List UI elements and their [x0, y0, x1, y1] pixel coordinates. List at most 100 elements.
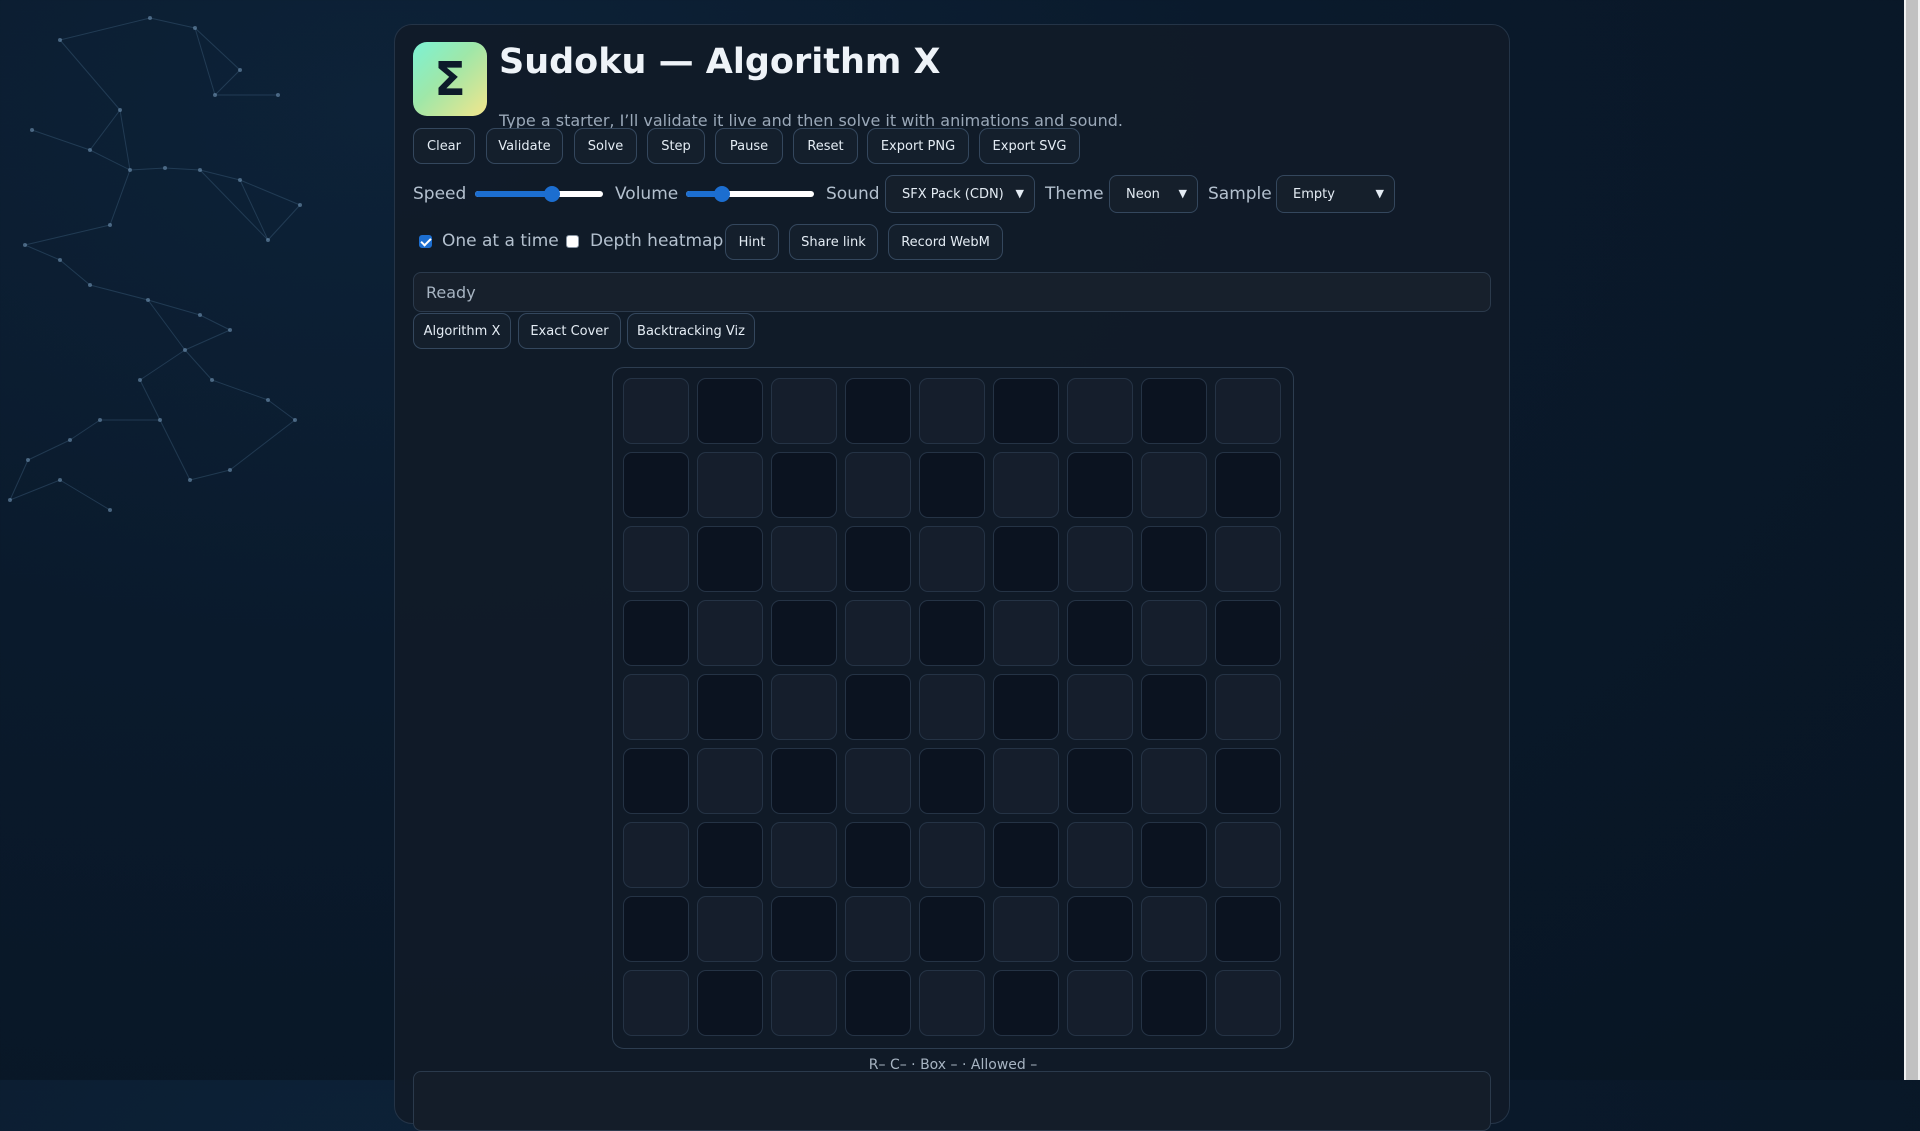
sudoku-cell[interactable]	[845, 896, 911, 962]
sudoku-cell[interactable]	[919, 896, 985, 962]
sudoku-cell[interactable]	[1141, 970, 1207, 1036]
speed-slider[interactable]	[475, 183, 603, 203]
sudoku-cell[interactable]	[623, 452, 689, 518]
sudoku-cell[interactable]	[697, 822, 763, 888]
sudoku-cell[interactable]	[919, 822, 985, 888]
sudoku-cell[interactable]	[771, 600, 837, 666]
sudoku-cell[interactable]	[1215, 378, 1281, 444]
sudoku-cell[interactable]	[1067, 970, 1133, 1036]
sudoku-cell[interactable]	[771, 896, 837, 962]
sudoku-cell[interactable]	[993, 748, 1059, 814]
sudoku-cell[interactable]	[845, 600, 911, 666]
sudoku-cell[interactable]	[845, 452, 911, 518]
sudoku-cell[interactable]	[771, 748, 837, 814]
export-png-button[interactable]: Export PNG	[867, 128, 969, 164]
sudoku-cell[interactable]	[1215, 970, 1281, 1036]
sudoku-cell[interactable]	[1141, 822, 1207, 888]
sound-select[interactable]: SFX Pack (CDN) ▼	[885, 175, 1035, 213]
sudoku-cell[interactable]	[919, 452, 985, 518]
sudoku-cell[interactable]	[623, 600, 689, 666]
page-scrollbar[interactable]	[1904, 0, 1920, 1080]
sudoku-cell[interactable]	[697, 896, 763, 962]
sudoku-cell[interactable]	[1067, 600, 1133, 666]
sudoku-cell[interactable]	[1067, 378, 1133, 444]
sudoku-cell[interactable]	[697, 526, 763, 592]
sudoku-cell[interactable]	[1215, 526, 1281, 592]
sudoku-cell[interactable]	[993, 526, 1059, 592]
sudoku-cell[interactable]	[1215, 674, 1281, 740]
sudoku-cell[interactable]	[697, 674, 763, 740]
sudoku-cell[interactable]	[697, 748, 763, 814]
sudoku-cell[interactable]	[1067, 674, 1133, 740]
sudoku-cell[interactable]	[1215, 822, 1281, 888]
tab-backtracking-viz[interactable]: Backtracking Viz	[627, 313, 755, 349]
sudoku-cell[interactable]	[1067, 526, 1133, 592]
sudoku-cell[interactable]	[919, 600, 985, 666]
sudoku-cell[interactable]	[697, 600, 763, 666]
sudoku-cell[interactable]	[771, 674, 837, 740]
scrollbar-thumb[interactable]	[1906, 0, 1918, 1080]
sudoku-cell[interactable]	[993, 822, 1059, 888]
sudoku-cell[interactable]	[697, 378, 763, 444]
reset-button[interactable]: Reset	[793, 128, 858, 164]
sudoku-cell[interactable]	[1067, 822, 1133, 888]
sudoku-cell[interactable]	[1067, 896, 1133, 962]
volume-slider[interactable]	[686, 183, 814, 203]
share-link-button[interactable]: Share link	[789, 224, 878, 260]
sudoku-cell[interactable]	[1141, 600, 1207, 666]
sudoku-cell[interactable]	[771, 822, 837, 888]
sample-select[interactable]: Empty ▼	[1276, 175, 1395, 213]
hint-button[interactable]: Hint	[725, 224, 779, 260]
sudoku-cell[interactable]	[623, 748, 689, 814]
sudoku-cell[interactable]	[993, 600, 1059, 666]
sudoku-cell[interactable]	[623, 822, 689, 888]
sudoku-cell[interactable]	[993, 970, 1059, 1036]
sudoku-cell[interactable]	[623, 674, 689, 740]
solve-button[interactable]: Solve	[574, 128, 637, 164]
sudoku-cell[interactable]	[845, 674, 911, 740]
sudoku-cell[interactable]	[845, 526, 911, 592]
sudoku-cell[interactable]	[1215, 452, 1281, 518]
sudoku-cell[interactable]	[993, 896, 1059, 962]
sudoku-cell[interactable]	[1141, 896, 1207, 962]
pause-button[interactable]: Pause	[715, 128, 783, 164]
sudoku-cell[interactable]	[1141, 674, 1207, 740]
sudoku-cell[interactable]	[771, 526, 837, 592]
sudoku-cell[interactable]	[845, 970, 911, 1036]
one-at-a-time-checkbox[interactable]	[419, 235, 432, 248]
sudoku-cell[interactable]	[1141, 378, 1207, 444]
sudoku-cell[interactable]	[845, 748, 911, 814]
depth-heatmap-checkbox[interactable]	[566, 235, 579, 248]
sudoku-cell[interactable]	[1215, 896, 1281, 962]
validate-button[interactable]: Validate	[486, 128, 563, 164]
sudoku-cell[interactable]	[845, 822, 911, 888]
sudoku-cell[interactable]	[1215, 748, 1281, 814]
sudoku-cell[interactable]	[919, 674, 985, 740]
sudoku-cell[interactable]	[623, 896, 689, 962]
sudoku-cell[interactable]	[993, 452, 1059, 518]
sudoku-cell[interactable]	[697, 970, 763, 1036]
clear-button[interactable]: Clear	[413, 128, 475, 164]
volume-slider-thumb[interactable]	[713, 186, 730, 202]
sudoku-cell[interactable]	[1215, 600, 1281, 666]
sudoku-cell[interactable]	[1141, 748, 1207, 814]
sudoku-cell[interactable]	[697, 452, 763, 518]
sudoku-cell[interactable]	[993, 378, 1059, 444]
theme-select[interactable]: Neon ▼	[1109, 175, 1198, 213]
speed-slider-thumb[interactable]	[543, 186, 560, 202]
sudoku-cell[interactable]	[623, 970, 689, 1036]
export-svg-button[interactable]: Export SVG	[979, 128, 1080, 164]
tab-algorithm-x[interactable]: Algorithm X	[413, 313, 511, 349]
sudoku-cell[interactable]	[771, 452, 837, 518]
sudoku-cell[interactable]	[623, 526, 689, 592]
step-button[interactable]: Step	[647, 128, 705, 164]
sudoku-cell[interactable]	[993, 674, 1059, 740]
sudoku-cell[interactable]	[919, 970, 985, 1036]
sudoku-cell[interactable]	[919, 748, 985, 814]
tab-exact-cover[interactable]: Exact Cover	[518, 313, 621, 349]
record-webm-button[interactable]: Record WebM	[888, 224, 1003, 260]
sudoku-cell[interactable]	[771, 970, 837, 1036]
sudoku-cell[interactable]	[1141, 526, 1207, 592]
sudoku-cell[interactable]	[771, 378, 837, 444]
sudoku-cell[interactable]	[1067, 452, 1133, 518]
